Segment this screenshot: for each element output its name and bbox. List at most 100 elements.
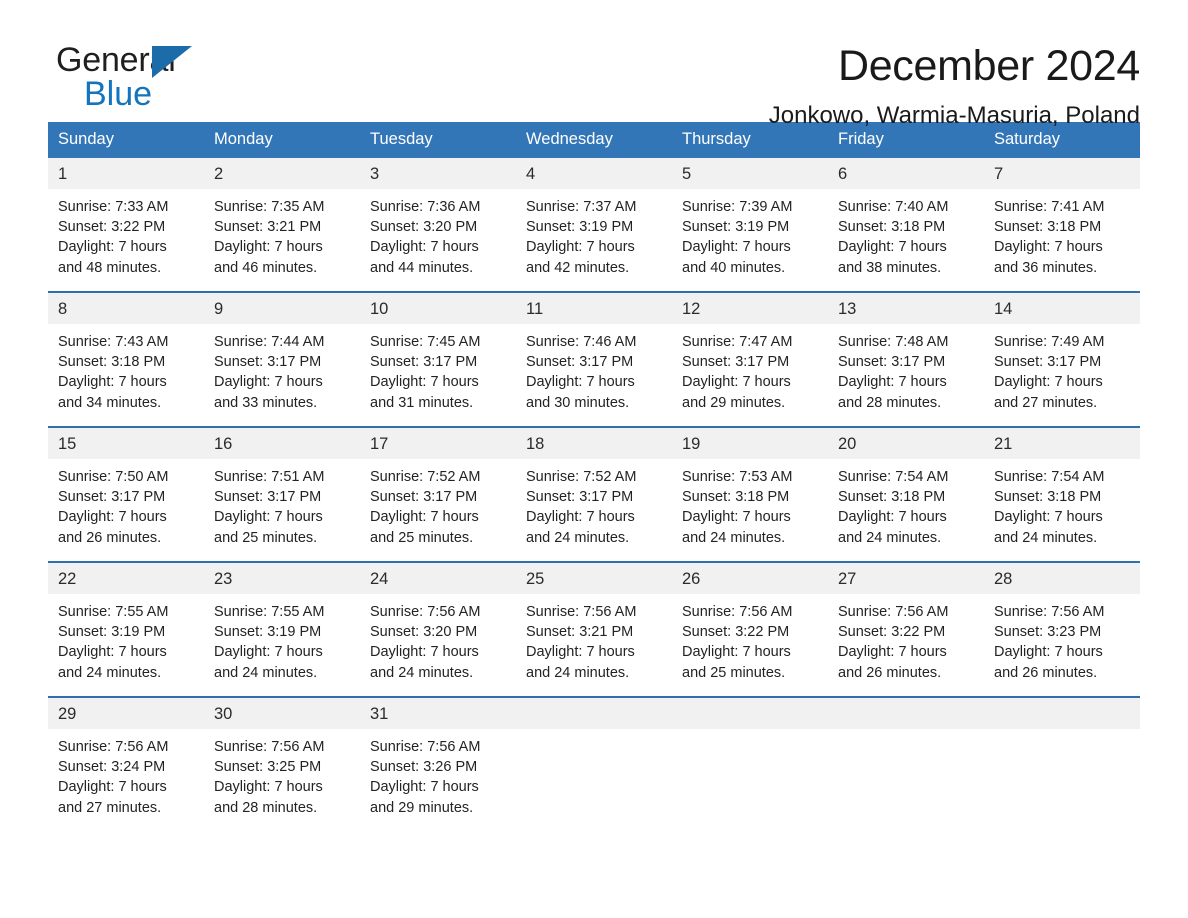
daylight-duration-line1: Daylight: 7 hours [58, 779, 167, 796]
daylight-duration-line1: Daylight: 7 hours [214, 374, 323, 391]
calendar-day-cell[interactable]: 22 Sunrise: 7:55 AM Sunset: 3:19 PM Dayligh… [48, 561, 204, 697]
calendar-day-cell[interactable]: 4 Sunrise: 7:37 AM Sunset: 3:19 PM Daylight… [516, 158, 672, 292]
day-sun-info: Sunrise: 7:45 AM Sunset: 3:17 PM Daylight:… [360, 324, 516, 413]
calendar-day-cell[interactable]: 11 Sunrise: 7:46 AM Sunset: 3:17 PM Dayligh… [516, 291, 672, 427]
daylight-duration-line2: and 38 minutes. [838, 259, 942, 276]
calendar-day-cell[interactable]: 29 Sunrise: 7:56 AM Sunset: 3:24 PM Dayligh… [48, 696, 204, 831]
calendar-day-cell[interactable]: 8 Sunrise: 7:43 AM Sunset: 3:18 PM Daylight… [48, 291, 204, 427]
calendar-day-cell[interactable]: 5 Sunrise: 7:39 AM Sunset: 3:19 PM Daylight… [672, 158, 828, 292]
day-cell-content: 29 Sunrise: 7:56 AM Sunset: 3:24 PM Dayligh… [48, 698, 204, 831]
day-cell-content [516, 698, 672, 831]
daylight-duration-line1: Daylight: 7 hours [58, 374, 167, 391]
sunset-time: Sunset: 3:19 PM [214, 624, 322, 641]
calendar-day-cell [516, 696, 672, 831]
sunrise-time: Sunrise: 7:41 AM [994, 199, 1105, 215]
calendar-day-cell[interactable]: 9 Sunrise: 7:44 AM Sunset: 3:17 PM Daylight… [204, 291, 360, 427]
daylight-duration-line1: Daylight: 7 hours [214, 779, 323, 796]
calendar-day-cell[interactable]: 14 Sunrise: 7:49 AM Sunset: 3:17 PM Dayligh… [984, 291, 1140, 427]
day-number: 31 [360, 698, 516, 729]
day-sun-info: Sunrise: 7:48 AM Sunset: 3:17 PM Daylight:… [828, 324, 984, 413]
sunset-time: Sunset: 3:18 PM [994, 489, 1102, 506]
calendar-day-cell[interactable]: 2 Sunrise: 7:35 AM Sunset: 3:21 PM Daylight… [204, 158, 360, 292]
calendar-day-cell[interactable]: 3 Sunrise: 7:36 AM Sunset: 3:20 PM Daylight… [360, 158, 516, 292]
day-cell-content: 16 Sunrise: 7:51 AM Sunset: 3:17 PM Dayligh… [204, 428, 360, 561]
calendar-day-cell[interactable]: 12 Sunrise: 7:47 AM Sunset: 3:17 PM Dayligh… [672, 291, 828, 427]
sunset-time: Sunset: 3:22 PM [682, 624, 790, 641]
calendar-page: General Blue December 2024 Jonkowo, Warm… [0, 0, 1188, 918]
logo-text-blue: Blue [84, 75, 153, 113]
daylight-duration-line1: Daylight: 7 hours [994, 509, 1103, 526]
calendar-day-cell[interactable]: 13 Sunrise: 7:48 AM Sunset: 3:17 PM Dayligh… [828, 291, 984, 427]
calendar-day-cell[interactable]: 21 Sunrise: 7:54 AM Sunset: 3:18 PM Dayligh… [984, 426, 1140, 562]
day-sun-info: Sunrise: 7:33 AM Sunset: 3:22 PM Daylight:… [48, 189, 204, 278]
calendar-day-cell[interactable]: 31 Sunrise: 7:56 AM Sunset: 3:26 PM Dayligh… [360, 696, 516, 831]
calendar-day-cell[interactable]: 25 Sunrise: 7:56 AM Sunset: 3:21 PM Dayligh… [516, 561, 672, 697]
day-number: 18 [516, 428, 672, 459]
calendar-day-cell[interactable]: 30 Sunrise: 7:56 AM Sunset: 3:25 PM Dayligh… [204, 696, 360, 831]
calendar-day-cell[interactable]: 24 Sunrise: 7:56 AM Sunset: 3:20 PM Dayligh… [360, 561, 516, 697]
calendar-week-row: 8 Sunrise: 7:43 AM Sunset: 3:18 PM Daylight… [48, 291, 1140, 427]
sunrise-time: Sunrise: 7:45 AM [370, 334, 481, 350]
calendar-day-cell[interactable]: 15 Sunrise: 7:50 AM Sunset: 3:17 PM Dayligh… [48, 426, 204, 562]
calendar-day-cell[interactable]: 19 Sunrise: 7:53 AM Sunset: 3:18 PM Dayligh… [672, 426, 828, 562]
daylight-duration-line2: and 44 minutes. [370, 259, 474, 276]
daylight-duration-line1: Daylight: 7 hours [58, 509, 167, 526]
sunrise-time: Sunrise: 7:36 AM [370, 199, 481, 215]
daylight-duration-line2: and 28 minutes. [214, 799, 318, 816]
day-number: 4 [516, 158, 672, 189]
sunset-time: Sunset: 3:17 PM [214, 489, 322, 506]
calendar-day-cell[interactable]: 6 Sunrise: 7:40 AM Sunset: 3:18 PM Daylight… [828, 158, 984, 292]
daylight-duration-line2: and 36 minutes. [994, 259, 1098, 276]
sunset-time: Sunset: 3:18 PM [682, 489, 790, 506]
day-number: 22 [48, 563, 204, 594]
sunset-time: Sunset: 3:26 PM [370, 759, 478, 776]
calendar-day-cell[interactable]: 17 Sunrise: 7:52 AM Sunset: 3:17 PM Dayligh… [360, 426, 516, 562]
sunrise-time: Sunrise: 7:56 AM [526, 604, 637, 620]
daylight-duration-line1: Daylight: 7 hours [526, 374, 635, 391]
day-sun-info: Sunrise: 7:43 AM Sunset: 3:18 PM Daylight:… [48, 324, 204, 413]
sunset-time: Sunset: 3:24 PM [58, 759, 166, 776]
calendar-day-cell [828, 696, 984, 831]
daylight-duration-line1: Daylight: 7 hours [682, 374, 791, 391]
day-sun-info: Sunrise: 7:56 AM Sunset: 3:26 PM Daylight:… [360, 729, 516, 818]
daylight-duration-line1: Daylight: 7 hours [838, 374, 947, 391]
calendar-day-cell[interactable]: 10 Sunrise: 7:45 AM Sunset: 3:17 PM Dayligh… [360, 291, 516, 427]
calendar-day-cell[interactable]: 23 Sunrise: 7:55 AM Sunset: 3:19 PM Dayligh… [204, 561, 360, 697]
day-number: 2 [204, 158, 360, 189]
day-sun-info: Sunrise: 7:56 AM Sunset: 3:25 PM Daylight:… [204, 729, 360, 818]
sunset-time: Sunset: 3:17 PM [682, 354, 790, 371]
calendar-day-cell[interactable]: 26 Sunrise: 7:56 AM Sunset: 3:22 PM Dayligh… [672, 561, 828, 697]
sunset-time: Sunset: 3:17 PM [526, 489, 634, 506]
sunset-time: Sunset: 3:19 PM [58, 624, 166, 641]
sunset-time: Sunset: 3:23 PM [994, 624, 1102, 641]
day-number: 27 [828, 563, 984, 594]
day-sun-info: Sunrise: 7:46 AM Sunset: 3:17 PM Daylight:… [516, 324, 672, 413]
daylight-duration-line2: and 24 minutes. [838, 529, 942, 546]
calendar-day-cell[interactable]: 1 Sunrise: 7:33 AM Sunset: 3:22 PM Daylight… [48, 158, 204, 292]
day-number: 8 [48, 293, 204, 324]
daylight-duration-line1: Daylight: 7 hours [214, 509, 323, 526]
day-sun-info: Sunrise: 7:56 AM Sunset: 3:24 PM Daylight:… [48, 729, 204, 818]
calendar-day-cell[interactable]: 28 Sunrise: 7:56 AM Sunset: 3:23 PM Dayligh… [984, 561, 1140, 697]
sunrise-time: Sunrise: 7:56 AM [838, 604, 949, 620]
daylight-duration-line2: and 30 minutes. [526, 394, 630, 411]
calendar-day-cell[interactable]: 16 Sunrise: 7:51 AM Sunset: 3:17 PM Dayligh… [204, 426, 360, 562]
sunset-time: Sunset: 3:17 PM [838, 354, 946, 371]
sunrise-time: Sunrise: 7:40 AM [838, 199, 949, 215]
day-number: 28 [984, 563, 1140, 594]
calendar-day-cell[interactable]: 7 Sunrise: 7:41 AM Sunset: 3:18 PM Daylight… [984, 158, 1140, 292]
daylight-duration-line1: Daylight: 7 hours [994, 239, 1103, 256]
calendar-day-cell[interactable]: 20 Sunrise: 7:54 AM Sunset: 3:18 PM Dayligh… [828, 426, 984, 562]
day-sun-info: Sunrise: 7:55 AM Sunset: 3:19 PM Daylight:… [48, 594, 204, 683]
daylight-duration-line1: Daylight: 7 hours [370, 779, 479, 796]
sunrise-time: Sunrise: 7:52 AM [370, 469, 481, 485]
day-cell-content: 10 Sunrise: 7:45 AM Sunset: 3:17 PM Dayligh… [360, 293, 516, 426]
page-title: December 2024 [837, 42, 1140, 90]
calendar-day-cell[interactable]: 27 Sunrise: 7:56 AM Sunset: 3:22 PM Dayligh… [828, 561, 984, 697]
day-number [984, 698, 1140, 729]
calendar-day-cell[interactable]: 18 Sunrise: 7:52 AM Sunset: 3:17 PM Dayligh… [516, 426, 672, 562]
generalblue-logo: General Blue [48, 40, 193, 113]
daylight-duration-line2: and 31 minutes. [370, 394, 474, 411]
daylight-duration-line1: Daylight: 7 hours [370, 239, 479, 256]
day-cell-content [828, 698, 984, 831]
